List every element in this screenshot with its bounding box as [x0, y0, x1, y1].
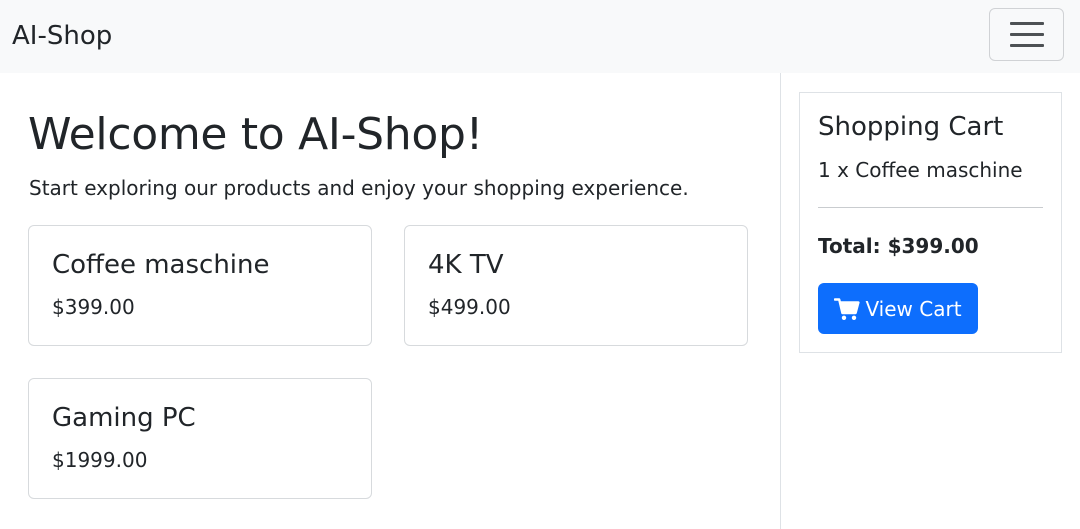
product-price: $499.00: [428, 295, 511, 319]
shopping-cart-icon: [834, 297, 861, 320]
product-card[interactable]: 4K TV $499.00: [404, 225, 748, 346]
product-name: Gaming PC: [52, 403, 196, 433]
page-subtitle: Start exploring our products and enjoy y…: [29, 176, 689, 200]
cart-total: Total: $399.00: [818, 234, 979, 258]
cart-title: Shopping Cart: [818, 112, 1004, 142]
page-title: Welcome to AI-Shop!: [28, 109, 483, 160]
product-card[interactable]: Gaming PC $1999.00: [28, 378, 372, 499]
cart-divider: [818, 207, 1043, 208]
product-name: 4K TV: [428, 250, 504, 280]
main-content: Welcome to AI-Shop! Start exploring our …: [0, 73, 780, 529]
navbar: AI-Shop: [0, 0, 1080, 73]
view-cart-button[interactable]: View Cart: [818, 283, 978, 334]
product-name: Coffee maschine: [52, 250, 270, 280]
product-price: $1999.00: [52, 448, 148, 472]
sidebar-divider: [780, 73, 781, 529]
navbar-toggler-button[interactable]: [989, 8, 1064, 61]
shopping-cart-panel: Shopping Cart 1 x Coffee maschine Total:…: [799, 92, 1062, 353]
cart-item: 1 x Coffee maschine: [818, 158, 1023, 182]
navbar-brand[interactable]: AI-Shop: [12, 19, 112, 53]
hamburger-menu-icon: [1009, 22, 1044, 25]
view-cart-label: View Cart: [865, 296, 962, 321]
product-card[interactable]: Coffee maschine $399.00: [28, 225, 372, 346]
product-price: $399.00: [52, 295, 135, 319]
